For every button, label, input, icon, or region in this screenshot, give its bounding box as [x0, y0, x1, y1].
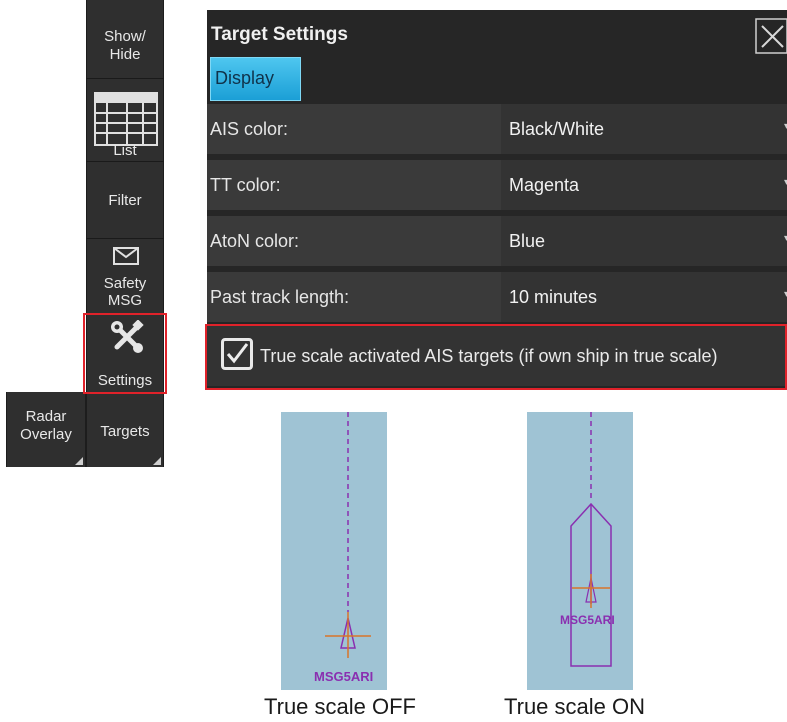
- show-hide-button[interactable]: Show/ Hide: [86, 0, 164, 78]
- targets-button[interactable]: Targets: [86, 392, 164, 467]
- aton-color-label: AtoN color:: [210, 231, 300, 251]
- ais-color-label: AIS color:: [210, 119, 289, 139]
- safety-label-line1: Safety: [103, 275, 147, 292]
- settings-highlight: [83, 313, 167, 394]
- caption-true-scale-off: True scale OFF: [264, 694, 416, 719]
- radar-overlay-label-line1: Radar: [25, 408, 67, 425]
- ais-color-row: AIS color: Black/White ▾: [207, 104, 787, 154]
- caption-true-scale-on: True scale ON: [504, 694, 646, 719]
- ais-color-select[interactable]: Black/White ▾: [501, 104, 787, 154]
- tt-color-label: TT color:: [210, 175, 281, 195]
- list-label: List: [113, 142, 137, 159]
- show-hide-label-line2: Hide: [109, 46, 141, 63]
- ais-target-symbol-off: [325, 412, 371, 658]
- close-icon[interactable]: [755, 18, 787, 54]
- aton-color-value: Blue: [509, 231, 546, 251]
- safety-label-line2: MSG: [107, 292, 143, 309]
- targets-label: Targets: [100, 423, 150, 440]
- tt-color-value: Magenta: [509, 175, 580, 195]
- past-track-length-select[interactable]: 10 minutes ▾: [501, 272, 787, 322]
- list-button[interactable]: List: [86, 79, 164, 161]
- target-label-off: MSG5ARI: [314, 669, 374, 684]
- true-scale-highlight: [205, 324, 787, 390]
- tab-display[interactable]: Display: [210, 57, 301, 101]
- ais-target-symbol-on: [570, 412, 612, 667]
- target-label-on: MSG5ARI: [560, 613, 615, 627]
- dialog-title: Target Settings: [211, 24, 348, 45]
- show-hide-label-line1: Show/: [104, 28, 146, 45]
- ais-color-value: Black/White: [509, 119, 605, 139]
- filter-label: Filter: [108, 192, 142, 209]
- safety-msg-button[interactable]: Safety MSG: [86, 239, 164, 313]
- filter-button[interactable]: Filter: [86, 162, 164, 238]
- tt-color-row: TT color: Magenta ▾: [207, 160, 787, 210]
- radar-overlay-label-line2: Overlay: [20, 426, 72, 443]
- past-track-length-value: 10 minutes: [509, 287, 598, 307]
- list-icon: [94, 92, 158, 146]
- tt-color-select[interactable]: Magenta ▾: [501, 160, 787, 210]
- aton-color-row: AtoN color: Blue ▾: [207, 216, 787, 266]
- aton-color-select[interactable]: Blue ▾: [501, 216, 787, 266]
- true-scale-on-example: MSG5ARI: [527, 412, 633, 690]
- envelope-icon: [113, 247, 139, 265]
- past-track-length-label: Past track length:: [210, 287, 350, 307]
- true-scale-off-example: MSG5ARI: [281, 412, 387, 690]
- past-track-length-row: Past track length: 10 minutes ▾: [207, 272, 787, 322]
- radar-overlay-button[interactable]: Radar Overlay: [6, 392, 86, 467]
